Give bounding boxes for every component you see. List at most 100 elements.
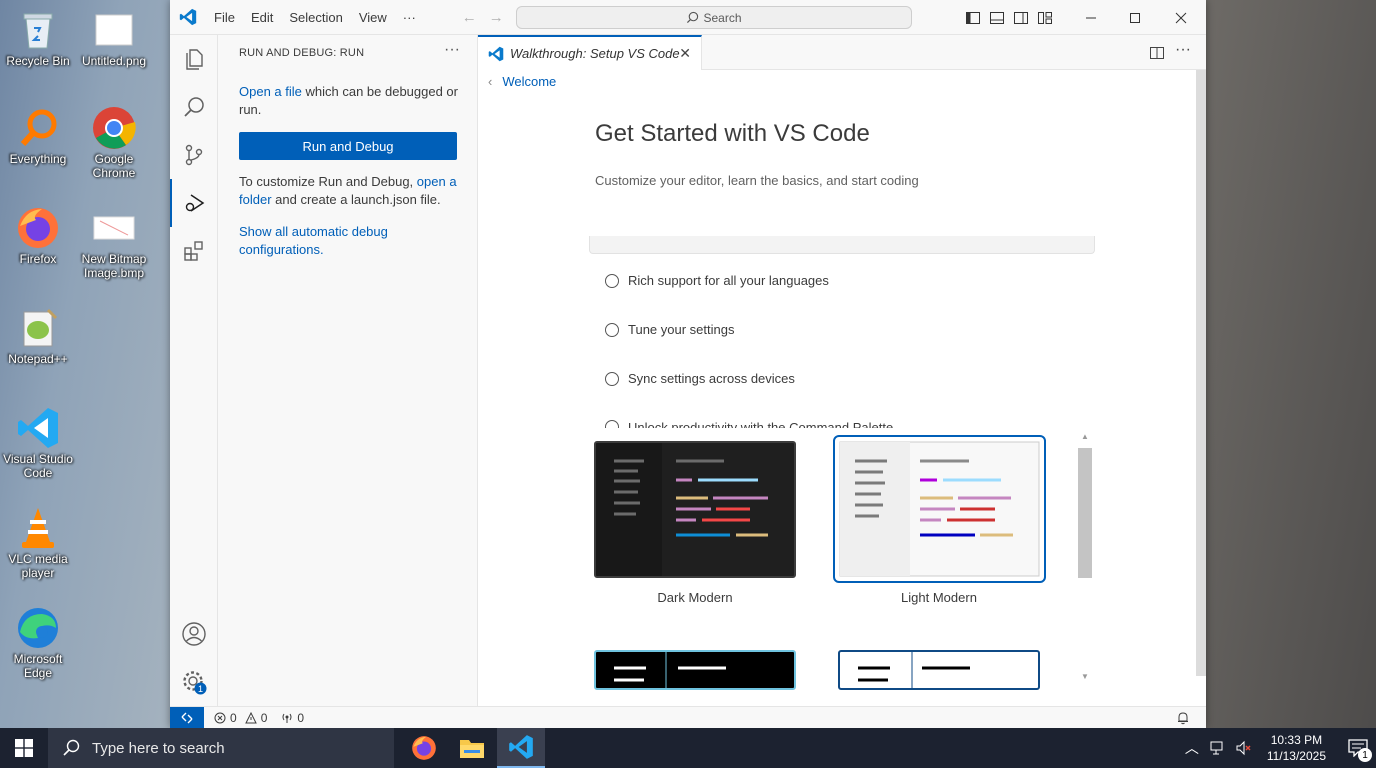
- show-hidden-icons-chevron-icon[interactable]: ︿: [1179, 738, 1205, 758]
- volume-muted-icon[interactable]: [1235, 740, 1253, 756]
- theme-light-high-contrast[interactable]: [838, 650, 1040, 690]
- chevron-left-icon: ‹: [488, 74, 493, 89]
- step-command-palette[interactable]: Unlock productivity with the Command Pal…: [605, 420, 893, 428]
- problems-indicator[interactable]: 0 0: [214, 711, 267, 725]
- taskbar-vscode[interactable]: [497, 728, 545, 768]
- remote-indicator[interactable]: [170, 706, 204, 729]
- close-window-button[interactable]: [1158, 0, 1204, 35]
- light-theme-preview: [839, 441, 1040, 577]
- manage-activity[interactable]: 1: [170, 658, 218, 706]
- theme-label-dark-modern: Dark Modern: [657, 590, 733, 605]
- taskbar-search-box[interactable]: Type here to search: [48, 728, 394, 768]
- error-icon: [214, 712, 226, 723]
- editor-scrollbar[interactable]: [1196, 70, 1206, 676]
- command-center-search[interactable]: Search: [516, 6, 912, 29]
- desktop-icon-label: VLC media player: [8, 552, 68, 580]
- start-button[interactable]: [0, 728, 48, 768]
- run-debug-activity[interactable]: [170, 179, 218, 227]
- show-all-configurations-link[interactable]: Show all automatic debug configurations: [239, 224, 388, 257]
- step-label: Rich support for all your languages: [628, 273, 829, 288]
- desktop-icon-new-bitmap[interactable]: New Bitmap Image.bmp: [76, 206, 152, 280]
- menu-edit[interactable]: Edit: [243, 0, 281, 35]
- taskbar-firefox[interactable]: [400, 728, 448, 768]
- forward-arrow-icon[interactable]: →: [483, 9, 510, 26]
- desktop-icon-label: Recycle Bin: [6, 54, 70, 68]
- notification-badge: 1: [1358, 748, 1372, 762]
- open-file-link[interactable]: Open a file: [239, 84, 302, 99]
- theme-dark-high-contrast[interactable]: [594, 650, 796, 690]
- desktop-icon-firefox[interactable]: Firefox: [0, 206, 76, 266]
- toggle-primary-sidebar-icon[interactable]: [965, 10, 981, 26]
- scroll-up-arrow-icon[interactable]: ▲: [1081, 432, 1089, 441]
- everything-app-icon: [16, 106, 60, 150]
- search-icon: [63, 739, 80, 756]
- minimize-icon: [1086, 17, 1096, 18]
- welcome-breadcrumb-link[interactable]: Welcome: [502, 74, 556, 89]
- source-control-activity[interactable]: [170, 131, 218, 179]
- desktop-icon-vscode[interactable]: Visual Studio Code: [0, 406, 76, 480]
- theme-light-modern[interactable]: [833, 435, 1046, 583]
- windows-taskbar: Type here to search ︿ 10:33 PM 11/13/202…: [0, 728, 1376, 768]
- minimize-button[interactable]: [1068, 0, 1114, 35]
- activity-bar: 1: [170, 35, 218, 706]
- step-label: Sync settings across devices: [628, 371, 795, 386]
- sidebar-more-actions[interactable]: ···: [444, 41, 460, 59]
- recycle-bin-icon: [16, 8, 60, 52]
- editor-more-actions-icon[interactable]: ···: [1175, 41, 1191, 59]
- menu-file[interactable]: File: [206, 0, 243, 35]
- tab-label: Walkthrough: Setup VS Code: [510, 46, 680, 61]
- desktop-icon-label: Google Chrome: [92, 152, 136, 180]
- tab-walkthrough[interactable]: Walkthrough: Setup VS Code ✕: [478, 35, 702, 70]
- accounts-activity[interactable]: [170, 610, 218, 658]
- search-activity[interactable]: [170, 83, 218, 131]
- theme-dark-modern[interactable]: [594, 441, 796, 578]
- taskbar-file-explorer[interactable]: [448, 728, 496, 768]
- toggle-secondary-sidebar-icon[interactable]: [1013, 10, 1029, 26]
- breadcrumb[interactable]: ‹ Welcome: [488, 74, 556, 89]
- files-icon: [186, 49, 203, 70]
- desktop-icon-microsoft-edge[interactable]: Microsoft Edge: [0, 606, 76, 680]
- desktop-icon-everything[interactable]: Everything: [0, 106, 76, 166]
- ports-count: 0: [297, 710, 305, 725]
- customize-message: To customize Run and Debug, open a folde…: [239, 173, 461, 209]
- desktop-icon-recycle-bin[interactable]: Recycle Bin: [0, 8, 76, 68]
- scroll-down-arrow-icon[interactable]: ▼: [1081, 672, 1089, 681]
- tab-close-button[interactable]: ✕: [679, 45, 691, 62]
- step-card: [589, 236, 1095, 254]
- desktop-icon-untitled-png[interactable]: Untitled.png: [76, 8, 152, 68]
- explorer-activity[interactable]: [170, 35, 218, 83]
- notification-center-button[interactable]: 1: [1340, 728, 1376, 768]
- maximize-icon: [1130, 12, 1140, 23]
- menu-view[interactable]: View: [351, 0, 395, 35]
- taskbar-search-placeholder: Type here to search: [92, 739, 225, 757]
- back-arrow-icon[interactable]: ←: [456, 9, 483, 26]
- bell-icon[interactable]: [1176, 711, 1190, 725]
- step-radio: [605, 322, 619, 337]
- theme-list-scrollbar[interactable]: [1078, 448, 1092, 578]
- vscode-tab-icon: [488, 46, 504, 61]
- desktop-icon-google-chrome[interactable]: Google Chrome: [76, 106, 152, 180]
- step-languages[interactable]: Rich support for all your languages: [605, 273, 829, 288]
- search-icon: [184, 97, 204, 117]
- gear-icon: 1: [183, 671, 207, 695]
- close-icon: [1175, 12, 1187, 23]
- editor-tab-bar: Walkthrough: Setup VS Code ✕ ···: [478, 35, 1206, 70]
- desktop-icon-notepad-plus-plus[interactable]: Notepad++: [0, 306, 76, 366]
- menu-more[interactable]: ···: [395, 0, 424, 35]
- desktop-icon-vlc[interactable]: VLC media player: [0, 506, 76, 580]
- menu-selection[interactable]: Selection: [281, 0, 350, 35]
- vscode-logo-icon: [170, 0, 206, 35]
- run-and-debug-button[interactable]: Run and Debug: [239, 132, 457, 160]
- maximize-button[interactable]: [1112, 0, 1158, 35]
- network-icon[interactable]: [1209, 740, 1227, 756]
- toggle-panel-icon[interactable]: [989, 10, 1005, 26]
- ports-indicator[interactable]: 0: [281, 711, 304, 725]
- step-settings[interactable]: Tune your settings: [605, 322, 734, 337]
- run-debug-sidebar: RUN AND DEBUG: RUN ··· Open a file which…: [218, 35, 478, 706]
- extensions-activity[interactable]: [170, 227, 218, 275]
- taskbar-clock[interactable]: 10:33 PM 11/13/2025: [1267, 732, 1326, 764]
- sidebar-title: RUN AND DEBUG: RUN: [239, 47, 365, 59]
- split-editor-icon[interactable]: [1149, 45, 1165, 61]
- customize-layout-icon[interactable]: [1037, 10, 1053, 26]
- step-sync[interactable]: Sync settings across devices: [605, 371, 795, 386]
